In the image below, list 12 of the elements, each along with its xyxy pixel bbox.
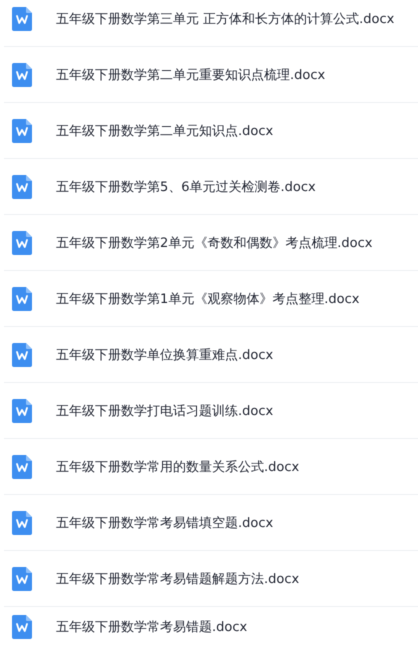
file-name[interactable]: 五年级下册数学单位换算重难点.docx bbox=[56, 346, 274, 364]
file-name[interactable]: 五年级下册数学常考易错题.docx bbox=[56, 618, 248, 636]
file-name[interactable]: 五年级下册数学第2单元《奇数和偶数》考点梳理.docx bbox=[56, 234, 372, 252]
file-name[interactable]: 五年级下册数学常考易错填空题.docx bbox=[56, 514, 274, 532]
file-name[interactable]: 五年级下册数学常考易错题解题方法.docx bbox=[56, 570, 300, 588]
file-name[interactable]: 五年级下册数学第三单元 正方体和长方体的计算公式.docx bbox=[56, 10, 394, 28]
file-name[interactable]: 五年级下册数学打电话习题训练.docx bbox=[56, 402, 274, 420]
file-name[interactable]: 五年级下册数学第二单元知识点.docx bbox=[56, 122, 274, 140]
file-name[interactable]: 五年级下册数学第二单元重要知识点梳理.docx bbox=[56, 66, 326, 84]
file-name[interactable]: 五年级下册数学常用的数量关系公式.docx bbox=[56, 458, 300, 476]
file-name[interactable]: 五年级下册数学第5、6单元过关检测卷.docx bbox=[56, 178, 316, 196]
file-name[interactable]: 五年级下册数学第1单元《观察物体》考点整理.docx bbox=[56, 290, 360, 308]
